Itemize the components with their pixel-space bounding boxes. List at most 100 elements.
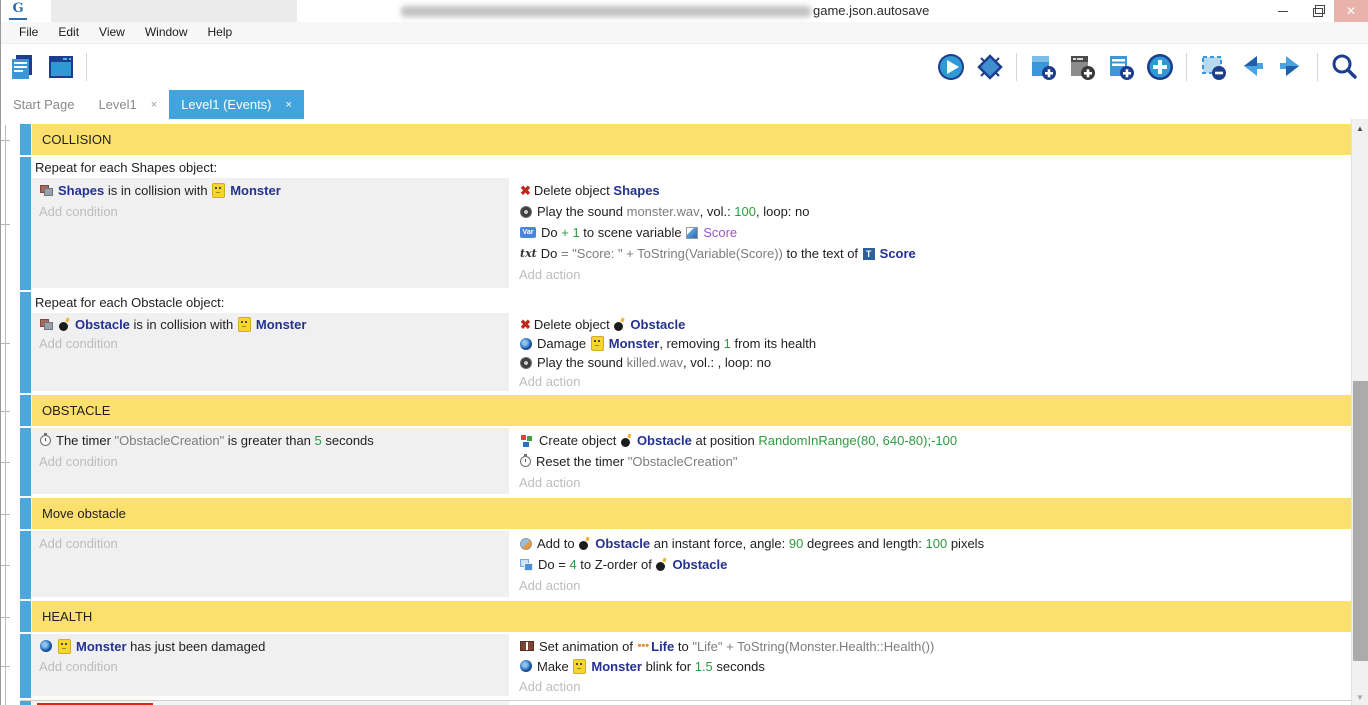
menu-edit[interactable]: Edit [48, 23, 89, 42]
add-subevent-button[interactable] [1066, 51, 1098, 83]
toolbar-separator [1317, 53, 1318, 81]
conditions-panel[interactable]: Shapes is in collision with MonsterAdd c… [32, 178, 509, 288]
menu-help[interactable]: Help [198, 23, 243, 42]
add-event-button[interactable] [1027, 51, 1059, 83]
add-action-button[interactable]: Add action [517, 264, 1352, 285]
search-button[interactable] [1328, 51, 1360, 83]
action-line[interactable]: Make Monster blink for 1.5 seconds [517, 656, 1352, 676]
text-segment: is in collision with [130, 317, 237, 332]
menu-window[interactable]: Window [135, 23, 198, 42]
vertical-scrollbar[interactable]: ▲ ▼ [1351, 119, 1368, 705]
anim-icon [520, 641, 534, 651]
condition-line[interactable]: Obstacle is in collision with Monster [37, 315, 509, 334]
minimize-button[interactable] [1266, 0, 1300, 22]
action-line[interactable]: ✖Delete object Shapes [517, 180, 1352, 201]
text-segment: seconds [322, 433, 374, 448]
close-tab-icon[interactable]: × [286, 99, 292, 111]
search-icon [1329, 52, 1359, 82]
conditions-panel[interactable]: Obstacle is in collision with MonsterAdd… [32, 313, 509, 391]
action-line[interactable]: Play the sound killed.wav, vol.: , loop:… [517, 353, 1352, 372]
action-line[interactable]: ✖Delete object Obstacle [517, 315, 1352, 334]
add-condition-button[interactable]: Add condition [37, 656, 509, 676]
section-header[interactable]: OBSTACLE [32, 395, 1352, 426]
section-header[interactable]: HEALTH [32, 601, 1352, 632]
event-selection-bar[interactable] [20, 601, 31, 632]
add-comment-button[interactable] [1105, 51, 1137, 83]
delete-event-button[interactable] [1197, 51, 1229, 83]
health-icon [40, 640, 52, 652]
tree-tick [1, 565, 10, 566]
conditions-panel[interactable]: Monster has just been damagedAdd conditi… [32, 634, 509, 696]
menu-view[interactable]: View [89, 23, 135, 42]
project-manager-button[interactable] [7, 51, 39, 83]
undo-button[interactable] [1236, 51, 1268, 83]
scrollbar-thumb[interactable] [1353, 381, 1368, 661]
action-line[interactable]: Play the sound monster.wav, vol.: 100, l… [517, 201, 1352, 222]
text-segment: , vol.: , loop: no [683, 355, 771, 370]
add-action-button[interactable]: Add action [517, 676, 1352, 696]
add-action-button[interactable]: Add action [517, 472, 1352, 493]
actions-panel[interactable]: Create object Obstacle at position Rando… [517, 428, 1352, 496]
actions-panel[interactable]: ✖Delete object ShapesPlay the sound mons… [517, 178, 1352, 290]
events-sheet: COLLISIONRepeat for each Shapes object:S… [1, 119, 1368, 705]
event-selection-bar[interactable] [20, 124, 31, 155]
add-condition-button[interactable]: Add condition [37, 201, 509, 222]
close-button[interactable]: ✕ [1334, 0, 1368, 22]
event-selection-bar[interactable] [20, 292, 31, 393]
tab-start-page[interactable]: Start Page [1, 90, 86, 119]
add-condition-button[interactable]: Add condition [37, 451, 509, 472]
text-segment: "ObstacleCreation" [628, 454, 738, 469]
event-selection-bar[interactable] [20, 157, 31, 290]
menu-file[interactable]: File [9, 23, 48, 42]
event-selection-bar[interactable] [20, 428, 31, 496]
tab-level1[interactable]: Level1× [86, 90, 169, 119]
repeat-header[interactable]: Repeat for each Obstacle object: [32, 292, 1352, 313]
event-selection-bar[interactable] [20, 634, 31, 698]
event-selection-bar[interactable] [20, 701, 31, 705]
text-segment: is in collision with [104, 183, 211, 198]
actions-panel[interactable]: Set animation of •••Life to "Life" + ToS… [517, 634, 1352, 698]
action-line[interactable]: Do = 4 to Z-order of Obstacle [517, 554, 1352, 575]
action-line[interactable]: Damage Monster, removing 1 from its heal… [517, 334, 1352, 353]
scroll-up-icon[interactable]: ▲ [1352, 121, 1368, 135]
conditions-panel[interactable]: The timer "ObstacleCreation" is greater … [32, 428, 509, 494]
event-selection-bar[interactable] [20, 498, 31, 529]
condition-line[interactable]: The timer "ObstacleCreation" is greater … [37, 430, 509, 451]
condition-line[interactable]: Monster has just been damaged [37, 636, 509, 656]
debug-button[interactable] [974, 51, 1006, 83]
action-line[interactable]: txtDo = "Score: " + ToString(Variable(Sc… [517, 243, 1352, 264]
bomb-icon [59, 318, 70, 331]
tab-level1-events[interactable]: Level1 (Events)× [169, 90, 304, 119]
add-action-button[interactable]: Add action [517, 372, 1352, 391]
add-condition-button[interactable]: Add condition [37, 533, 509, 554]
actions-panel[interactable]: Add action [517, 701, 1352, 705]
conditions-panel[interactable]: Add condition [32, 701, 509, 705]
condition-line[interactable]: Shapes is in collision with Monster [37, 180, 509, 201]
restore-button[interactable] [1300, 0, 1334, 22]
text-segment: Add action [519, 679, 580, 694]
tree-tick [1, 462, 10, 463]
actions-panel[interactable]: ✖Delete object ObstacleDamage Monster, r… [517, 313, 1352, 393]
text-segment: 4 [569, 557, 576, 572]
redo-button[interactable] [1275, 51, 1307, 83]
conditions-panel[interactable]: Add condition [32, 531, 509, 597]
action-line[interactable]: Create object Obstacle at position Rando… [517, 430, 1352, 451]
add-action-button[interactable]: Add action [517, 575, 1352, 596]
play-button[interactable] [935, 51, 967, 83]
close-tab-icon[interactable]: × [151, 99, 157, 111]
section-header[interactable]: COLLISION [32, 124, 1352, 155]
event-selection-bar[interactable] [20, 531, 31, 599]
add-circle-button[interactable] [1144, 51, 1176, 83]
action-line[interactable]: VarDo + 1 to scene variable Score [517, 222, 1352, 243]
action-line[interactable]: Reset the timer "ObstacleCreation" [517, 451, 1352, 472]
action-line[interactable]: Set animation of •••Life to "Life" + ToS… [517, 636, 1352, 656]
action-line[interactable]: Add to Obstacle an instant force, angle:… [517, 533, 1352, 554]
scene-editor-button[interactable] [45, 51, 77, 83]
section-header[interactable]: Move obstacle [32, 498, 1352, 529]
actions-panel[interactable]: Add to Obstacle an instant force, angle:… [517, 531, 1352, 599]
event-selection-bar[interactable] [20, 395, 31, 426]
scroll-down-icon[interactable]: ▼ [1352, 690, 1368, 704]
sound-icon [520, 357, 532, 369]
repeat-header[interactable]: Repeat for each Shapes object: [32, 157, 1352, 178]
add-condition-button[interactable]: Add condition [37, 334, 509, 353]
